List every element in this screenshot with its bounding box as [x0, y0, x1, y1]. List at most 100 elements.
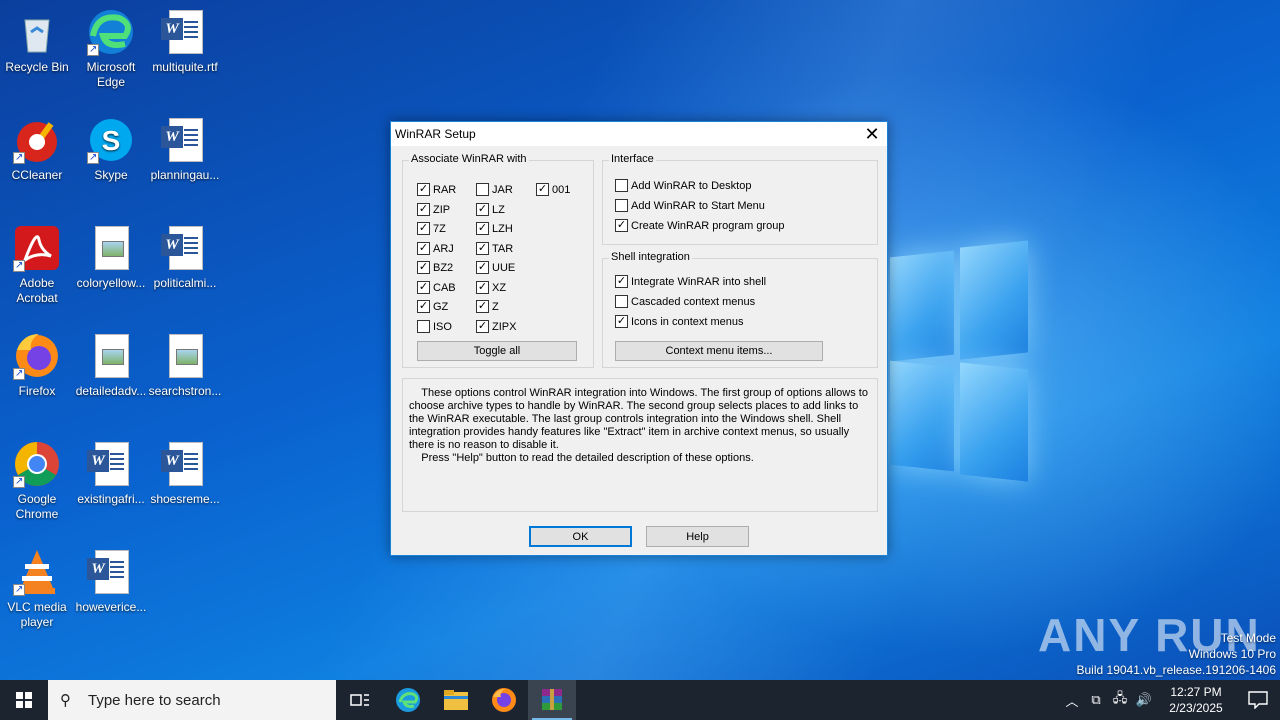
checkbox-jar[interactable]: JAR [476, 183, 513, 196]
context-menu-items-button[interactable]: Context menu items... [615, 341, 823, 361]
checkbox-empty-icon[interactable] [417, 320, 430, 333]
checkmark-icon[interactable]: ✓ [615, 315, 628, 328]
checkbox-zip[interactable]: ✓ ZIP [417, 203, 450, 216]
shortcut-arrow-icon [13, 582, 25, 597]
dialog-title: WinRAR Setup [395, 127, 476, 141]
checkbox-z[interactable]: ✓ Z [476, 300, 499, 313]
edge-icon [87, 8, 135, 57]
checkmark-icon[interactable]: ✓ [615, 275, 628, 288]
checkbox-uue[interactable]: ✓ UUE [476, 261, 515, 274]
checkbox-arj[interactable]: ✓ ARJ [417, 242, 454, 255]
close-button[interactable]: ✕ [857, 122, 887, 146]
checkbox-xz[interactable]: ✓ XZ [476, 281, 506, 294]
desktop-icon-label: Recycle Bin [5, 60, 69, 74]
checkmark-icon[interactable]: ✓ [417, 222, 430, 235]
checkmark-icon[interactable]: ✓ [476, 320, 489, 333]
word-doc-icon: W [161, 8, 209, 56]
desktop-icon[interactable]: Firefox [0, 332, 74, 399]
desktop-icon[interactable]: Google Chrome [0, 440, 74, 522]
taskbar-winrar[interactable] [528, 680, 576, 720]
file-explorer-icon [444, 690, 468, 710]
desktop-icon[interactable]: Wexistingafri... [74, 440, 148, 507]
checkmark-icon[interactable]: ✓ [536, 183, 549, 196]
checkbox-add-winrar-to-start-menu[interactable]: Add WinRAR to Start Menu [615, 199, 765, 212]
desktop-icon[interactable]: Microsoft Edge [74, 8, 148, 90]
toggle-all-button[interactable]: Toggle all [417, 341, 577, 361]
checkmark-icon[interactable]: ✓ [476, 261, 489, 274]
checkbox-iso[interactable]: ISO [417, 320, 452, 333]
desktop-icon[interactable]: coloryellow... [74, 224, 148, 291]
desktop-icon[interactable]: Adobe Acrobat [0, 224, 74, 306]
desktop-icon[interactable]: Wshoesreme... [148, 440, 222, 507]
checkbox-gz[interactable]: ✓ GZ [417, 300, 448, 313]
checkmark-icon[interactable]: ✓ [476, 242, 489, 255]
desktop-icon[interactable]: CCleaner [0, 116, 74, 183]
clock[interactable]: 12:27 PM 2/23/2025 [1156, 684, 1236, 716]
checkmark-icon[interactable]: ✓ [615, 219, 628, 232]
checkbox-label: Add WinRAR to Desktop [631, 179, 752, 192]
start-button[interactable] [0, 680, 48, 720]
checkbox-integrate-winrar-into-shell[interactable]: ✓ Integrate WinRAR into shell [615, 275, 766, 288]
checkmark-icon[interactable]: ✓ [417, 300, 430, 313]
checkbox-cascaded-context-menus[interactable]: Cascaded context menus [615, 295, 755, 308]
checkbox-empty-icon[interactable] [615, 199, 628, 212]
checkbox-cab[interactable]: ✓ CAB [417, 281, 456, 294]
checkbox-empty-icon[interactable] [615, 295, 628, 308]
desktop-icon[interactable]: searchstron... [148, 332, 222, 399]
ok-button[interactable]: OK [529, 526, 632, 547]
taskbar-search[interactable]: ⚲ Type here to search [48, 680, 336, 720]
shell-legend: Shell integration [609, 251, 692, 263]
checkmark-icon[interactable]: ✓ [417, 281, 430, 294]
taskbar-file-explorer[interactable] [432, 680, 480, 720]
checkbox-label: Add WinRAR to Start Menu [631, 199, 765, 212]
desktop-icon[interactable]: Whoweverice... [74, 548, 148, 615]
desktop-icon[interactable]: Wpoliticalmi... [148, 224, 222, 291]
checkbox-label: Icons in context menus [631, 315, 744, 328]
checkmark-icon[interactable]: ✓ [417, 261, 430, 274]
taskbar-edge[interactable] [384, 680, 432, 720]
device-icon[interactable]: ⧉ [1084, 692, 1108, 708]
checkmark-icon[interactable]: ✓ [476, 281, 489, 294]
word-doc-icon: W [161, 224, 209, 272]
help-button[interactable]: Help [646, 526, 749, 547]
desktop-icon[interactable]: VLC media player [0, 548, 74, 630]
notifications-button[interactable] [1236, 691, 1280, 709]
checkbox-lzh[interactable]: ✓ LZH [476, 222, 513, 235]
checkmark-icon[interactable]: ✓ [476, 300, 489, 313]
checkbox-7z[interactable]: ✓ 7Z [417, 222, 446, 235]
checkbox-zipx[interactable]: ✓ ZIPX [476, 320, 516, 333]
checkbox-label: RAR [433, 183, 457, 196]
checkmark-icon[interactable]: ✓ [417, 183, 430, 196]
taskbar-firefox[interactable] [480, 680, 528, 720]
shortcut-arrow-icon [13, 474, 25, 489]
checkmark-icon[interactable]: ✓ [476, 203, 489, 216]
checkbox-add-winrar-to-desktop[interactable]: Add WinRAR to Desktop [615, 179, 751, 192]
task-view-button[interactable] [336, 680, 384, 720]
desktop-icon-label: CCleaner [11, 168, 63, 182]
windows-start-icon [16, 692, 32, 708]
shortcut-arrow-icon [13, 258, 25, 273]
desktop-icon[interactable]: S Skype [74, 116, 148, 183]
checkbox-bz2[interactable]: ✓ BZ2 [417, 261, 453, 274]
checkbox-create-winrar-program-group[interactable]: ✓ Create WinRAR program group [615, 219, 784, 232]
network-icon[interactable]: 🖧 [1108, 689, 1132, 711]
chevron-up-icon[interactable]: ︿ [1060, 691, 1084, 710]
desktop-icon[interactable]: detailedadv... [74, 332, 148, 399]
checkbox-rar[interactable]: ✓ RAR [417, 183, 456, 196]
checkmark-icon[interactable]: ✓ [417, 242, 430, 255]
checkmark-icon[interactable]: ✓ [417, 203, 430, 216]
volume-icon[interactable]: 🔊 [1132, 692, 1156, 708]
checkmark-icon[interactable]: ✓ [476, 222, 489, 235]
checkbox-empty-icon[interactable] [615, 179, 628, 192]
checkbox-001[interactable]: ✓ 001 [536, 183, 570, 196]
checkbox-empty-icon[interactable] [476, 183, 489, 196]
checkbox-lz[interactable]: ✓ LZ [476, 203, 505, 216]
checkbox-icons-in-context-menus[interactable]: ✓ Icons in context menus [615, 315, 744, 328]
dialog-titlebar[interactable]: WinRAR Setup ✕ [391, 122, 887, 146]
checkbox-tar[interactable]: ✓ TAR [476, 242, 513, 255]
desktop-icon-label: existingafri... [77, 492, 145, 506]
firefox-icon [13, 332, 61, 381]
desktop-icon[interactable]: Recycle Bin [0, 8, 74, 75]
desktop-icon[interactable]: Wplanningau... [148, 116, 222, 183]
desktop-icon[interactable]: Wmultiquite.rtf [148, 8, 222, 75]
